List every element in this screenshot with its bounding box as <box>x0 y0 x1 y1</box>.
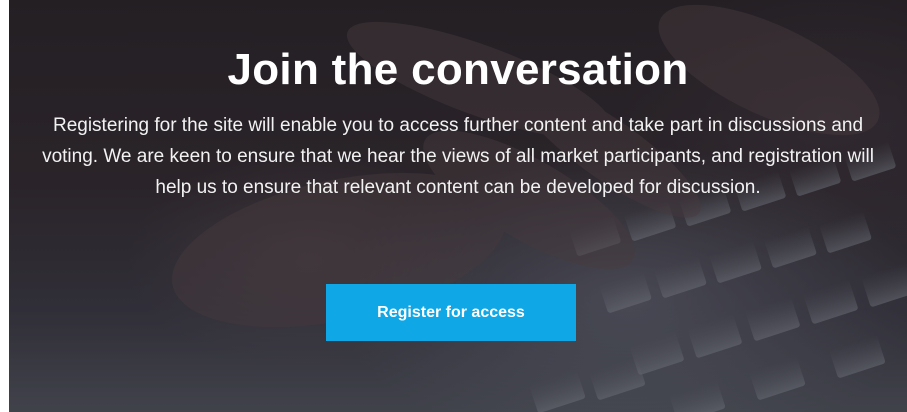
page-title: Join the conversation <box>227 45 689 94</box>
hero-description: Registering for the site will enable you… <box>42 115 874 198</box>
hero-content: Join the conversation Registering for th… <box>9 0 907 203</box>
join-conversation-hero: Join the conversation Registering for th… <box>9 0 907 412</box>
register-for-access-button[interactable]: Register for access <box>326 284 576 341</box>
